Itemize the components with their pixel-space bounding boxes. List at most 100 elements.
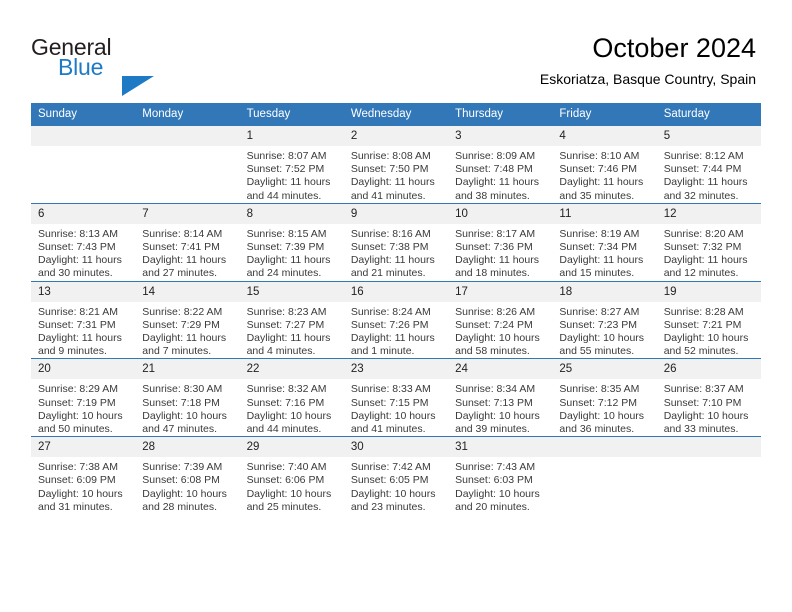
calendar-day-cell[interactable]: 1 Sunrise: 8:07 AM Sunset: 7:52 PM Daylight…: [239, 125, 344, 204]
calendar-day-cell[interactable]: 25 Sunrise: 8:35 AM Sunset: 7:12 PM Dayligh…: [552, 358, 657, 437]
daylight-text: Daylight: 11 hours and 1 minute.: [350, 332, 435, 358]
calendar-day-cell[interactable]: 15 Sunrise: 8:23 AM Sunset: 7:27 PM Dayligh…: [239, 280, 344, 359]
sunset-text: Sunset: 7:39 PM: [246, 241, 325, 254]
day-number: [656, 437, 761, 458]
sunrise-text: Sunrise: 8:35 AM: [559, 383, 640, 396]
sunrise-text: Sunrise: 7:40 AM: [246, 461, 327, 474]
day-number: 9: [343, 203, 449, 224]
sunrise-text: Sunrise: 8:37 AM: [663, 383, 744, 396]
day-sun-info: Sunrise: 8:12 AM Sunset: 7:44 PM Daylight:…: [657, 146, 761, 203]
day-sun-info: Sunrise: 8:24 AM Sunset: 7:26 PM Daylight:…: [344, 302, 448, 359]
calendar-day-cell[interactable]: 23 Sunrise: 8:33 AM Sunset: 7:15 PM Dayligh…: [343, 358, 449, 437]
calendar-day-cell[interactable]: 18 Sunrise: 8:27 AM Sunset: 7:23 PM Dayligh…: [552, 280, 657, 359]
day-number: 23: [343, 359, 449, 380]
calendar-day-cell[interactable]: 8 Sunrise: 8:15 AM Sunset: 7:39 PM Daylight…: [239, 202, 344, 282]
sunset-text: Sunset: 6:09 PM: [38, 474, 116, 487]
sunset-text: Sunset: 7:46 PM: [559, 163, 638, 176]
daylight-text: Daylight: 11 hours and 9 minutes.: [38, 332, 122, 358]
sunset-text: Sunset: 7:34 PM: [559, 241, 638, 254]
calendar-day-cell[interactable]: 5 Sunrise: 8:12 AM Sunset: 7:44 PM Daylight…: [656, 125, 761, 204]
calendar-day-cell[interactable]: 11 Sunrise: 8:19 AM Sunset: 7:34 PM Dayligh…: [552, 202, 657, 282]
day-sun-info: Sunrise: 8:30 AM Sunset: 7:18 PM Daylight:…: [135, 379, 239, 436]
sunrise-text: Sunrise: 8:19 AM: [559, 227, 640, 240]
sunrise-text: Sunrise: 8:08 AM: [350, 150, 431, 162]
sunrise-text: Sunrise: 8:34 AM: [455, 383, 536, 396]
day-number: 20: [31, 359, 136, 380]
daylight-text: Daylight: 10 hours and 50 minutes.: [38, 409, 123, 436]
calendar-day-cell-empty: [552, 436, 657, 515]
sunset-text: Sunset: 7:52 PM: [246, 163, 325, 176]
day-number: [31, 126, 136, 146]
calendar-day-cell[interactable]: 9 Sunrise: 8:16 AM Sunset: 7:38 PM Daylight…: [343, 202, 449, 282]
calendar-day-cell[interactable]: 7 Sunrise: 8:14 AM Sunset: 7:41 PM Daylight…: [135, 202, 240, 282]
calendar-day-cell[interactable]: 24 Sunrise: 8:34 AM Sunset: 7:13 PM Dayligh…: [448, 358, 553, 437]
calendar-day-cell[interactable]: 4 Sunrise: 8:10 AM Sunset: 7:46 PM Daylight…: [552, 125, 657, 204]
calendar-day-cell[interactable]: 30 Sunrise: 7:42 AM Sunset: 6:05 PM Dayligh…: [343, 436, 449, 515]
sunset-text: Sunset: 7:31 PM: [38, 318, 116, 331]
calendar-day-cell[interactable]: 31 Sunrise: 7:43 AM Sunset: 6:03 PM Dayligh…: [448, 436, 553, 515]
day-number: 7: [135, 203, 240, 224]
day-number: 26: [656, 359, 761, 380]
calendar-day-cell[interactable]: 27 Sunrise: 7:38 AM Sunset: 6:09 PM Dayligh…: [31, 436, 136, 515]
calendar-day-cell[interactable]: 21 Sunrise: 8:30 AM Sunset: 7:18 PM Dayligh…: [135, 358, 240, 437]
sunset-text: Sunset: 7:10 PM: [663, 396, 742, 409]
daylight-text: Daylight: 11 hours and 4 minutes.: [246, 332, 331, 358]
daylight-text: Daylight: 11 hours and 24 minutes.: [246, 254, 331, 280]
logo-triangle-icon: [122, 76, 154, 96]
calendar-day-cell[interactable]: 13 Sunrise: 8:21 AM Sunset: 7:31 PM Dayligh…: [31, 280, 136, 359]
daylight-text: Daylight: 11 hours and 7 minutes.: [142, 332, 227, 358]
day-number: 11: [552, 203, 657, 224]
day-number: 21: [135, 359, 240, 380]
calendar-day-cell[interactable]: 12 Sunrise: 8:20 AM Sunset: 7:32 PM Dayligh…: [656, 202, 761, 282]
day-sun-info: Sunrise: 7:43 AM Sunset: 6:03 PM Daylight:…: [448, 457, 552, 514]
calendar-day-cell[interactable]: 2 Sunrise: 8:08 AM Sunset: 7:50 PM Daylight…: [343, 125, 449, 204]
daylight-text: Daylight: 10 hours and 44 minutes.: [246, 409, 332, 436]
daylight-text: Daylight: 10 hours and 36 minutes.: [559, 409, 645, 436]
calendar-day-cell[interactable]: 6 Sunrise: 8:13 AM Sunset: 7:43 PM Daylight…: [31, 202, 136, 282]
sunset-text: Sunset: 7:32 PM: [663, 241, 742, 254]
day-number: 29: [239, 437, 344, 458]
day-sun-info: Sunrise: 8:15 AM Sunset: 7:39 PM Daylight:…: [240, 224, 344, 281]
sunrise-text: Sunrise: 8:09 AM: [455, 150, 536, 162]
sunset-text: Sunset: 6:06 PM: [246, 474, 325, 487]
daylight-text: Daylight: 11 hours and 30 minutes.: [38, 254, 122, 280]
calendar-day-cell[interactable]: 22 Sunrise: 8:32 AM Sunset: 7:16 PM Dayligh…: [239, 358, 344, 437]
sunrise-text: Sunrise: 8:17 AM: [455, 227, 536, 240]
day-sun-info: Sunrise: 8:21 AM Sunset: 7:31 PM Daylight:…: [31, 302, 135, 359]
calendar-day-cell[interactable]: 16 Sunrise: 8:24 AM Sunset: 7:26 PM Dayligh…: [343, 280, 449, 359]
calendar-day-cell[interactable]: 29 Sunrise: 7:40 AM Sunset: 6:06 PM Dayligh…: [239, 436, 344, 515]
calendar-day-cell[interactable]: 19 Sunrise: 8:28 AM Sunset: 7:21 PM Dayligh…: [656, 280, 761, 359]
day-sun-info: Sunrise: 8:35 AM Sunset: 7:12 PM Daylight:…: [552, 379, 656, 436]
calendar-day-cell-empty: [656, 436, 761, 515]
day-sun-info: Sunrise: 8:13 AM Sunset: 7:43 PM Daylight:…: [31, 224, 135, 281]
sunrise-text: Sunrise: 8:10 AM: [559, 150, 640, 162]
daylight-text: Daylight: 10 hours and 28 minutes.: [142, 487, 227, 513]
calendar-header-row: Sunday Monday Tuesday Wednesday Thursday Frid…: [31, 103, 761, 126]
calendar-day-cell[interactable]: 28 Sunrise: 7:39 AM Sunset: 6:08 PM Dayligh…: [135, 436, 240, 515]
sunrise-text: Sunrise: 7:43 AM: [455, 461, 536, 474]
sunset-text: Sunset: 7:38 PM: [350, 241, 429, 254]
sunrise-text: Sunrise: 8:21 AM: [38, 305, 118, 318]
calendar-day-cell[interactable]: 20 Sunrise: 8:29 AM Sunset: 7:19 PM Dayligh…: [31, 358, 136, 437]
calendar-day-cell[interactable]: 17 Sunrise: 8:26 AM Sunset: 7:24 PM Dayligh…: [448, 280, 553, 359]
day-number: 25: [552, 359, 657, 380]
day-sun-info: Sunrise: 8:37 AM Sunset: 7:10 PM Daylight:…: [657, 379, 761, 436]
sunrise-text: Sunrise: 8:14 AM: [142, 227, 223, 240]
daylight-text: Daylight: 10 hours and 23 minutes.: [350, 487, 436, 513]
calendar-day-cell[interactable]: 10 Sunrise: 8:17 AM Sunset: 7:36 PM Dayligh…: [448, 202, 553, 282]
daylight-text: Daylight: 11 hours and 27 minutes.: [142, 254, 227, 280]
day-number: 12: [656, 203, 761, 224]
calendar-day-cell[interactable]: 3 Sunrise: 8:09 AM Sunset: 7:48 PM Daylight…: [448, 125, 553, 204]
day-number: [552, 437, 657, 458]
sunset-text: Sunset: 7:13 PM: [455, 396, 533, 409]
weekday-header-saturday: Saturday: [656, 103, 761, 126]
sunrise-text: Sunrise: 8:30 AM: [142, 383, 223, 396]
day-sun-info: Sunrise: 7:40 AM Sunset: 6:06 PM Daylight:…: [240, 457, 344, 514]
day-sun-info: Sunrise: 8:34 AM Sunset: 7:13 PM Daylight:…: [448, 379, 552, 436]
daylight-text: Daylight: 11 hours and 21 minutes.: [350, 254, 435, 280]
calendar-day-cell[interactable]: 26 Sunrise: 8:37 AM Sunset: 7:10 PM Dayligh…: [656, 358, 761, 437]
sunrise-text: Sunrise: 8:22 AM: [142, 305, 223, 318]
page-header: General Blue October 2024 Eskoriatza, Ba…: [0, 0, 792, 96]
calendar-day-cell[interactable]: 14 Sunrise: 8:22 AM Sunset: 7:29 PM Dayligh…: [135, 280, 240, 359]
daylight-text: Daylight: 10 hours and 47 minutes.: [142, 409, 227, 436]
